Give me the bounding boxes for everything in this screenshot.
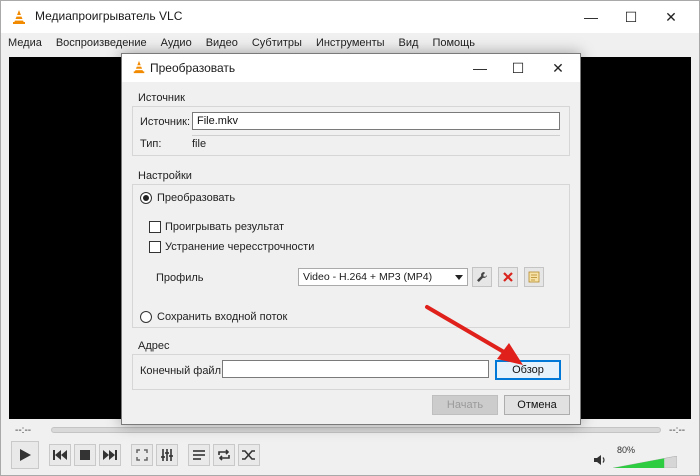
source-input[interactable] [192,112,560,130]
dialog-titlebar[interactable]: Преобразовать — ☐ ✕ [122,54,580,82]
convert-radio-label[interactable]: Преобразовать [157,192,235,204]
deinterlace-checkbox[interactable] [149,241,161,253]
fullscreen-icon [136,449,148,461]
close-button[interactable]: ✕ [653,1,689,33]
menu-audio[interactable]: Аудио [154,35,199,55]
start-button[interactable]: Начать [432,395,498,415]
deinterlace-label[interactable]: Устранение чересстрочности [165,241,314,253]
loop-button[interactable] [213,444,235,466]
menu-video[interactable]: Видео [199,35,245,55]
edit-profile-button[interactable] [472,267,492,287]
volume-slider[interactable] [613,456,677,468]
menu-playback[interactable]: Воспроизведение [49,35,154,55]
menu-media[interactable]: Медиа [1,35,49,55]
shuffle-button[interactable] [238,444,260,466]
dest-file-input[interactable] [222,360,489,378]
play-icon [20,449,31,461]
cancel-button[interactable]: Отмена [504,395,570,415]
fullscreen-button[interactable] [131,444,153,466]
playlist-icon [193,450,205,460]
playlist-button[interactable] [188,444,210,466]
playback-controls: --:-- --:-- 80% [1,419,699,475]
speaker-icon[interactable] [593,453,607,467]
time-total: --:-- [669,425,686,436]
volume-percent: 80% [617,445,636,455]
vlc-cone-icon [13,10,25,24]
keep-stream-radio[interactable] [140,311,152,323]
stop-button[interactable] [74,444,96,466]
chevron-down-icon [455,275,463,280]
play-button[interactable] [11,441,39,469]
profile-select[interactable]: Video - H.264 + MP3 (MP4) [298,268,468,286]
equalizer-icon [161,449,173,461]
stop-icon [80,450,90,460]
vlc-main-window: Медиапроигрыватель VLC — ☐ ✕ Медиа Воспр… [0,0,700,476]
browse-button[interactable]: Обзор [495,360,561,380]
dialog-maximize-button[interactable]: ☐ [500,54,536,82]
convert-radio[interactable] [140,192,152,204]
menu-bar: Медиа Воспроизведение Аудио Видео Субтит… [1,35,699,55]
window-title: Медиапроигрыватель VLC [35,9,183,23]
delete-profile-button[interactable] [498,267,518,287]
maximize-button[interactable]: ☐ [613,1,649,33]
dialog-title: Преобразовать [150,61,236,75]
skip-forward-icon [103,450,117,460]
new-profile-button[interactable] [524,267,544,287]
extended-settings-button[interactable] [156,444,178,466]
seek-bar[interactable] [51,427,661,433]
type-value: file [192,138,207,150]
delete-x-icon [503,272,513,282]
settings-group [132,184,570,328]
source-group-label: Источник [138,92,185,104]
window-titlebar[interactable]: Медиапроигрыватель VLC — ☐ ✕ [1,1,699,33]
profile-select-value: Video - H.264 + MP3 (MP4) [303,271,433,283]
vlc-cone-icon [133,60,145,74]
play-result-label[interactable]: Проигрывать результат [165,221,284,233]
dest-file-label: Конечный файл: [140,365,225,377]
next-button[interactable] [99,444,121,466]
address-group-label: Адрес [138,340,170,352]
loop-icon [218,449,230,461]
dialog-minimize-button[interactable]: — [462,54,498,82]
type-label: Тип: [140,138,162,150]
previous-button[interactable] [49,444,71,466]
keep-stream-label[interactable]: Сохранить входной поток [157,311,287,323]
dialog-close-button[interactable]: ✕ [540,54,576,82]
time-elapsed: --:-- [15,425,32,436]
source-divider [192,135,560,136]
menu-subtitles[interactable]: Субтитры [245,35,309,55]
profile-label: Профиль [156,272,204,284]
wrench-icon [477,272,487,282]
play-result-checkbox[interactable] [149,221,161,233]
source-label: Источник: [140,116,191,128]
new-profile-icon [528,271,540,283]
menu-view[interactable]: Вид [392,35,426,55]
skip-back-icon [53,450,67,460]
shuffle-icon [242,450,255,460]
menu-tools[interactable]: Инструменты [309,35,392,55]
menu-help[interactable]: Помощь [425,35,482,55]
minimize-button[interactable]: — [573,1,609,33]
settings-group-label: Настройки [138,170,192,182]
convert-dialog: Преобразовать — ☐ ✕ Источник Источник: Т… [121,53,581,425]
